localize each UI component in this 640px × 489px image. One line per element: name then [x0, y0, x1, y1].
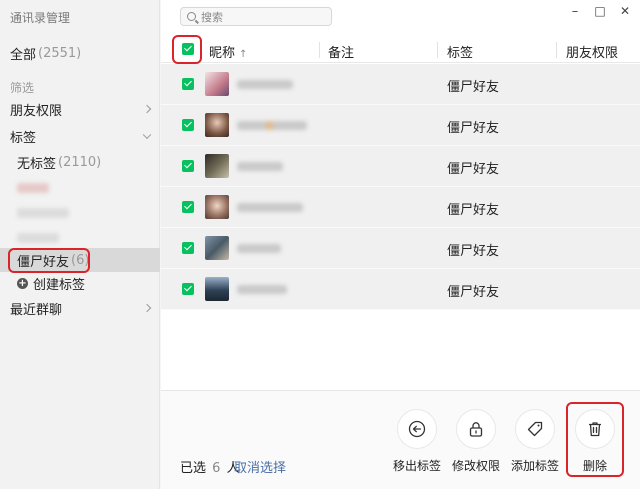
chevron-right-icon: [142, 303, 152, 313]
add-tag-button[interactable]: 添加标签: [505, 409, 565, 479]
column-header-nickname[interactable]: 昵称 ↑: [209, 42, 247, 61]
highlight-box: [172, 35, 202, 64]
action-label: 移出标签: [392, 459, 441, 473]
remove-tag-button[interactable]: 移出标签: [387, 409, 447, 479]
column-header-label: 昵称: [209, 46, 236, 61]
sidebar-item-recent-groups[interactable]: 最近群聊: [0, 296, 160, 320]
sidebar-item-tags[interactable]: 标签: [0, 124, 160, 148]
avatar: [205, 72, 229, 96]
column-divider[interactable]: [319, 42, 320, 58]
row-checkbox[interactable]: [182, 283, 194, 295]
table-header: 昵称 ↑ 备注 标签 朋友权限: [161, 35, 640, 64]
selected-count: 6: [212, 461, 221, 476]
column-divider[interactable]: [437, 42, 438, 58]
avatar: [205, 113, 229, 137]
row-tag-value: 僵尸好友: [447, 285, 500, 300]
highlight-box: [8, 248, 90, 273]
blurred-nickname: [237, 203, 303, 212]
minimize-button[interactable]: –: [567, 4, 583, 19]
row-checkbox[interactable]: [182, 201, 194, 213]
sidebar-item-untagged[interactable]: 无标签 (2110): [0, 150, 160, 174]
sidebar-item-count: (2551): [38, 45, 82, 61]
sort-ascending-icon: ↑: [239, 49, 248, 60]
maximize-button[interactable]: □: [592, 4, 608, 18]
sidebar-item-label: 无标签: [17, 156, 57, 172]
blurred-nickname: [237, 162, 283, 171]
change-permission-button[interactable]: 修改权限: [446, 409, 506, 479]
create-tag-button[interactable]: + 创建标签: [0, 271, 160, 295]
sidebar-item-count: (2110): [58, 154, 102, 170]
table-row[interactable]: 僵尸好友: [161, 228, 640, 269]
row-tag-value: 僵尸好友: [447, 203, 500, 218]
blurred-tag-item[interactable]: [17, 183, 49, 193]
blurred-nickname: [237, 244, 281, 253]
column-header-remark[interactable]: 备注: [328, 42, 354, 61]
action-label: 修改权限: [451, 459, 500, 473]
row-checkbox[interactable]: [182, 78, 194, 90]
plus-icon: +: [17, 277, 28, 289]
row-checkbox[interactable]: [182, 160, 194, 172]
highlight-box: [566, 402, 624, 477]
change-permission-icon-circle[interactable]: [456, 409, 496, 449]
row-tag-value: 僵尸好友: [447, 162, 500, 177]
table-row[interactable]: 僵尸好友: [161, 269, 640, 310]
app-title: 通讯录管理: [10, 11, 71, 25]
blurred-nickname: [237, 285, 287, 294]
sidebar-item-label: 朋友权限: [10, 103, 63, 119]
tag-icon: [527, 421, 543, 437]
chevron-right-icon: [142, 104, 152, 114]
lock-icon: [469, 422, 483, 437]
search-placeholder: 搜索: [201, 10, 223, 24]
avatar: [205, 154, 229, 178]
blurred-nickname: [237, 121, 307, 130]
avatar: [205, 236, 229, 260]
selected-prefix: 已选: [180, 461, 207, 476]
close-button[interactable]: ✕: [617, 4, 633, 18]
sidebar-item-label: 标签: [10, 130, 37, 146]
selected-count-text: 已选 6 人: [180, 457, 240, 476]
bottom-action-bar: 已选 6 人 取消选择 移出标签 修改权限 添加标签 删除: [161, 390, 640, 489]
blurred-nickname: [237, 80, 293, 89]
row-checkbox[interactable]: [182, 119, 194, 131]
sidebar-item-friend-permission[interactable]: 朋友权限: [0, 97, 160, 121]
chevron-down-icon: [142, 130, 152, 140]
table-row[interactable]: 僵尸好友: [161, 146, 640, 187]
table-row[interactable]: 僵尸好友: [161, 187, 640, 228]
main-panel: 搜索 – □ ✕ 昵称↑ 备注 标签 朋友权限 僵尸好友 僵尸好友 僵尸好友: [161, 0, 640, 489]
sidebar-item-label: 最近群聊: [10, 302, 63, 318]
cancel-selection-link[interactable]: 取消选择: [234, 457, 286, 476]
add-tag-icon-circle[interactable]: [515, 409, 555, 449]
blurred-tag-item[interactable]: [17, 233, 59, 243]
sidebar: 通讯录管理 全部 (2551) 筛选 朋友权限 标签 无标签 (2110) 僵尸…: [0, 0, 160, 489]
action-label: 添加标签: [510, 459, 559, 473]
column-divider[interactable]: [556, 42, 557, 58]
avatar: [205, 277, 229, 301]
sidebar-item-all[interactable]: 全部 (2551): [0, 41, 160, 65]
row-checkbox[interactable]: [182, 242, 194, 254]
row-tag-value: 僵尸好友: [447, 80, 500, 95]
search-input[interactable]: 搜索: [180, 7, 332, 26]
filter-section-label: 筛选: [10, 81, 35, 95]
avatar: [205, 195, 229, 219]
sidebar-item-label: 全部: [10, 47, 37, 63]
sidebar-item-label: 创建标签: [33, 277, 86, 293]
column-header-friend-permission[interactable]: 朋友权限: [566, 42, 618, 61]
row-tag-value: 僵尸好友: [447, 121, 500, 136]
arrow-left-circle-icon: [408, 420, 426, 438]
blurred-tag-item[interactable]: [17, 208, 69, 218]
search-icon: [187, 12, 196, 21]
row-tag-value: 僵尸好友: [447, 244, 500, 259]
remove-tag-icon-circle[interactable]: [397, 409, 437, 449]
table-row[interactable]: 僵尸好友: [161, 64, 640, 105]
table-row[interactable]: 僵尸好友: [161, 105, 640, 146]
column-header-tag[interactable]: 标签: [447, 42, 473, 61]
